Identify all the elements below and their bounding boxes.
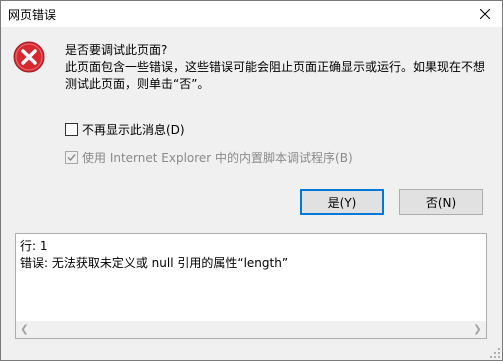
message-line-2: 测试此页面，则单击“否”。 — [65, 77, 210, 91]
use-ie-debugger-checkbox — [65, 151, 78, 164]
question-text: 是否要调试此页面? — [65, 43, 168, 57]
title-bar: 网页错误 — [1, 1, 502, 27]
error-line-number: 行: 1 — [20, 239, 48, 253]
message-body: 此页面包含一些错误，这些错误可能会阻止页面正确显示或运行。如果现在不想 测试此页… — [65, 59, 495, 93]
dont-show-checkbox[interactable] — [65, 123, 78, 136]
yes-button[interactable]: 是(Y) — [300, 189, 384, 215]
window-title: 网页错误 — [8, 8, 57, 22]
no-button[interactable]: 否(N) — [399, 189, 483, 215]
error-dialog: 网页错误 是否要调试此页面? 此页面包含一些错误，这些错误可能会阻止页面正确显示… — [0, 0, 503, 361]
use-ie-debugger-row: 使用 Internet Explorer 中的内置脚本调试程序(B) — [65, 149, 353, 166]
scroll-left-icon[interactable]: ❮ — [16, 321, 33, 338]
use-ie-debugger-label: 使用 Internet Explorer 中的内置脚本调试程序(B) — [82, 151, 353, 165]
resize-grip-icon[interactable] — [490, 348, 500, 358]
dont-show-label: 不再显示此消息(D) — [82, 123, 185, 137]
error-message: 错误: 无法获取未定义或 null 引用的属性“length” — [20, 256, 289, 270]
close-button[interactable] — [468, 1, 502, 27]
scroll-right-icon[interactable]: ❯ — [469, 321, 486, 338]
error-details-box[interactable]: 行: 1 错误: 无法获取未定义或 null 引用的属性“length” ❮ ❯ — [15, 233, 487, 339]
error-icon — [13, 41, 45, 73]
close-icon — [480, 9, 490, 19]
checkmark-icon — [67, 154, 76, 162]
message-line-1: 此页面包含一些错误，这些错误可能会阻止页面正确显示或运行。如果现在不想 — [65, 60, 486, 74]
dont-show-checkbox-row[interactable]: 不再显示此消息(D) — [65, 121, 185, 138]
error-details-text: 行: 1 错误: 无法获取未定义或 null 引用的属性“length” — [20, 238, 288, 272]
horizontal-scrollbar[interactable]: ❮ ❯ — [16, 321, 486, 338]
